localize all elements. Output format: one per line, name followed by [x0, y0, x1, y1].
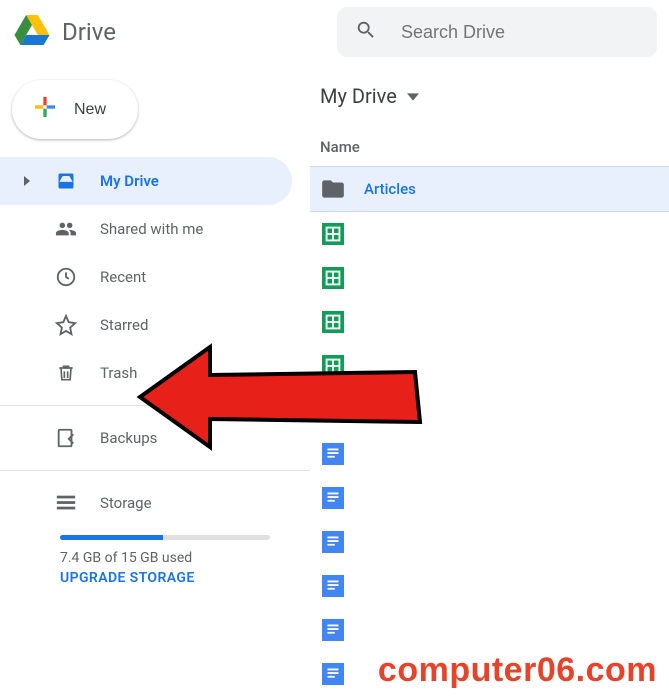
file-row[interactable]: [310, 256, 669, 300]
storage-used-label: 7.4 GB of 15 GB used: [60, 550, 310, 566]
people-icon: [54, 218, 78, 240]
column-header-name[interactable]: Name: [310, 114, 669, 166]
watermark: computer06.com: [378, 651, 657, 690]
file-row[interactable]: [310, 608, 669, 652]
file-row[interactable]: [310, 388, 669, 432]
plus-icon: [30, 92, 60, 127]
file-list: Articles: [310, 166, 669, 696]
topbar: Drive: [0, 0, 669, 64]
star-icon: [54, 314, 78, 336]
docs-icon: [320, 529, 346, 555]
upgrade-storage-link[interactable]: UPGRADE STORAGE: [60, 570, 195, 586]
search-input[interactable]: [399, 21, 639, 44]
sidebar-item-label: Recent: [100, 268, 146, 286]
sheets-icon: [320, 309, 346, 335]
search-bar[interactable]: [337, 7, 657, 57]
sidebar-item-backups[interactable]: Backups: [0, 414, 292, 462]
sidebar-item-label: My Drive: [100, 172, 159, 190]
storage-icon: [54, 492, 78, 514]
drive-logo-icon: [12, 10, 52, 54]
drawing-icon: [320, 397, 346, 423]
divider: [0, 470, 310, 471]
sidebar-item-label: Trash: [100, 364, 137, 382]
docs-icon: [320, 661, 346, 687]
file-row[interactable]: [310, 344, 669, 388]
file-row[interactable]: Articles: [310, 166, 669, 212]
chevron-down-icon: [407, 84, 419, 108]
breadcrumb-label: My Drive: [320, 84, 397, 108]
file-row[interactable]: [310, 300, 669, 344]
backup-icon: [54, 427, 78, 449]
sidebar-item-starred[interactable]: Starred: [0, 301, 292, 349]
sidebar-item-trash[interactable]: Trash: [0, 349, 292, 397]
main-content: My Drive Name Articles: [310, 64, 669, 698]
sheets-icon: [320, 221, 346, 247]
docs-icon: [320, 573, 346, 599]
sidebar-item-label: Storage: [100, 494, 152, 512]
file-row[interactable]: [310, 432, 669, 476]
sidebar-item-storage[interactable]: Storage: [0, 479, 292, 527]
new-button[interactable]: New: [12, 80, 138, 139]
sidebar-item-recent[interactable]: Recent: [0, 253, 292, 301]
file-name: Articles: [364, 180, 416, 198]
sidebar-item-label: Backups: [100, 429, 157, 447]
sidebar: New My Drive Shared with me: [0, 64, 310, 698]
file-row[interactable]: [310, 476, 669, 520]
sidebar-item-shared[interactable]: Shared with me: [0, 205, 292, 253]
drive-icon: [54, 171, 78, 191]
docs-icon: [320, 617, 346, 643]
docs-icon: [320, 485, 346, 511]
file-row[interactable]: [310, 520, 669, 564]
new-button-label: New: [74, 101, 106, 119]
sidebar-item-label: Shared with me: [100, 220, 203, 238]
trash-icon: [54, 362, 78, 384]
sheets-icon: [320, 265, 346, 291]
file-row[interactable]: [310, 564, 669, 608]
sidebar-item-my-drive[interactable]: My Drive: [0, 157, 292, 205]
storage-bar: [60, 535, 270, 540]
docs-icon: [320, 441, 346, 467]
clock-icon: [54, 266, 78, 288]
storage-bar-fill: [60, 535, 163, 540]
sheets-icon: [320, 353, 346, 379]
search-icon: [355, 19, 377, 45]
file-row[interactable]: [310, 212, 669, 256]
nav-list: My Drive Shared with me Recent: [0, 157, 310, 586]
sidebar-item-label: Starred: [100, 316, 148, 334]
expand-icon[interactable]: [22, 172, 32, 190]
brand[interactable]: Drive: [12, 10, 337, 54]
storage-info: 7.4 GB of 15 GB used UPGRADE STORAGE: [0, 535, 310, 586]
divider: [0, 405, 310, 406]
breadcrumb[interactable]: My Drive: [310, 78, 669, 114]
folder-icon: [320, 176, 346, 202]
app-title: Drive: [62, 18, 116, 46]
